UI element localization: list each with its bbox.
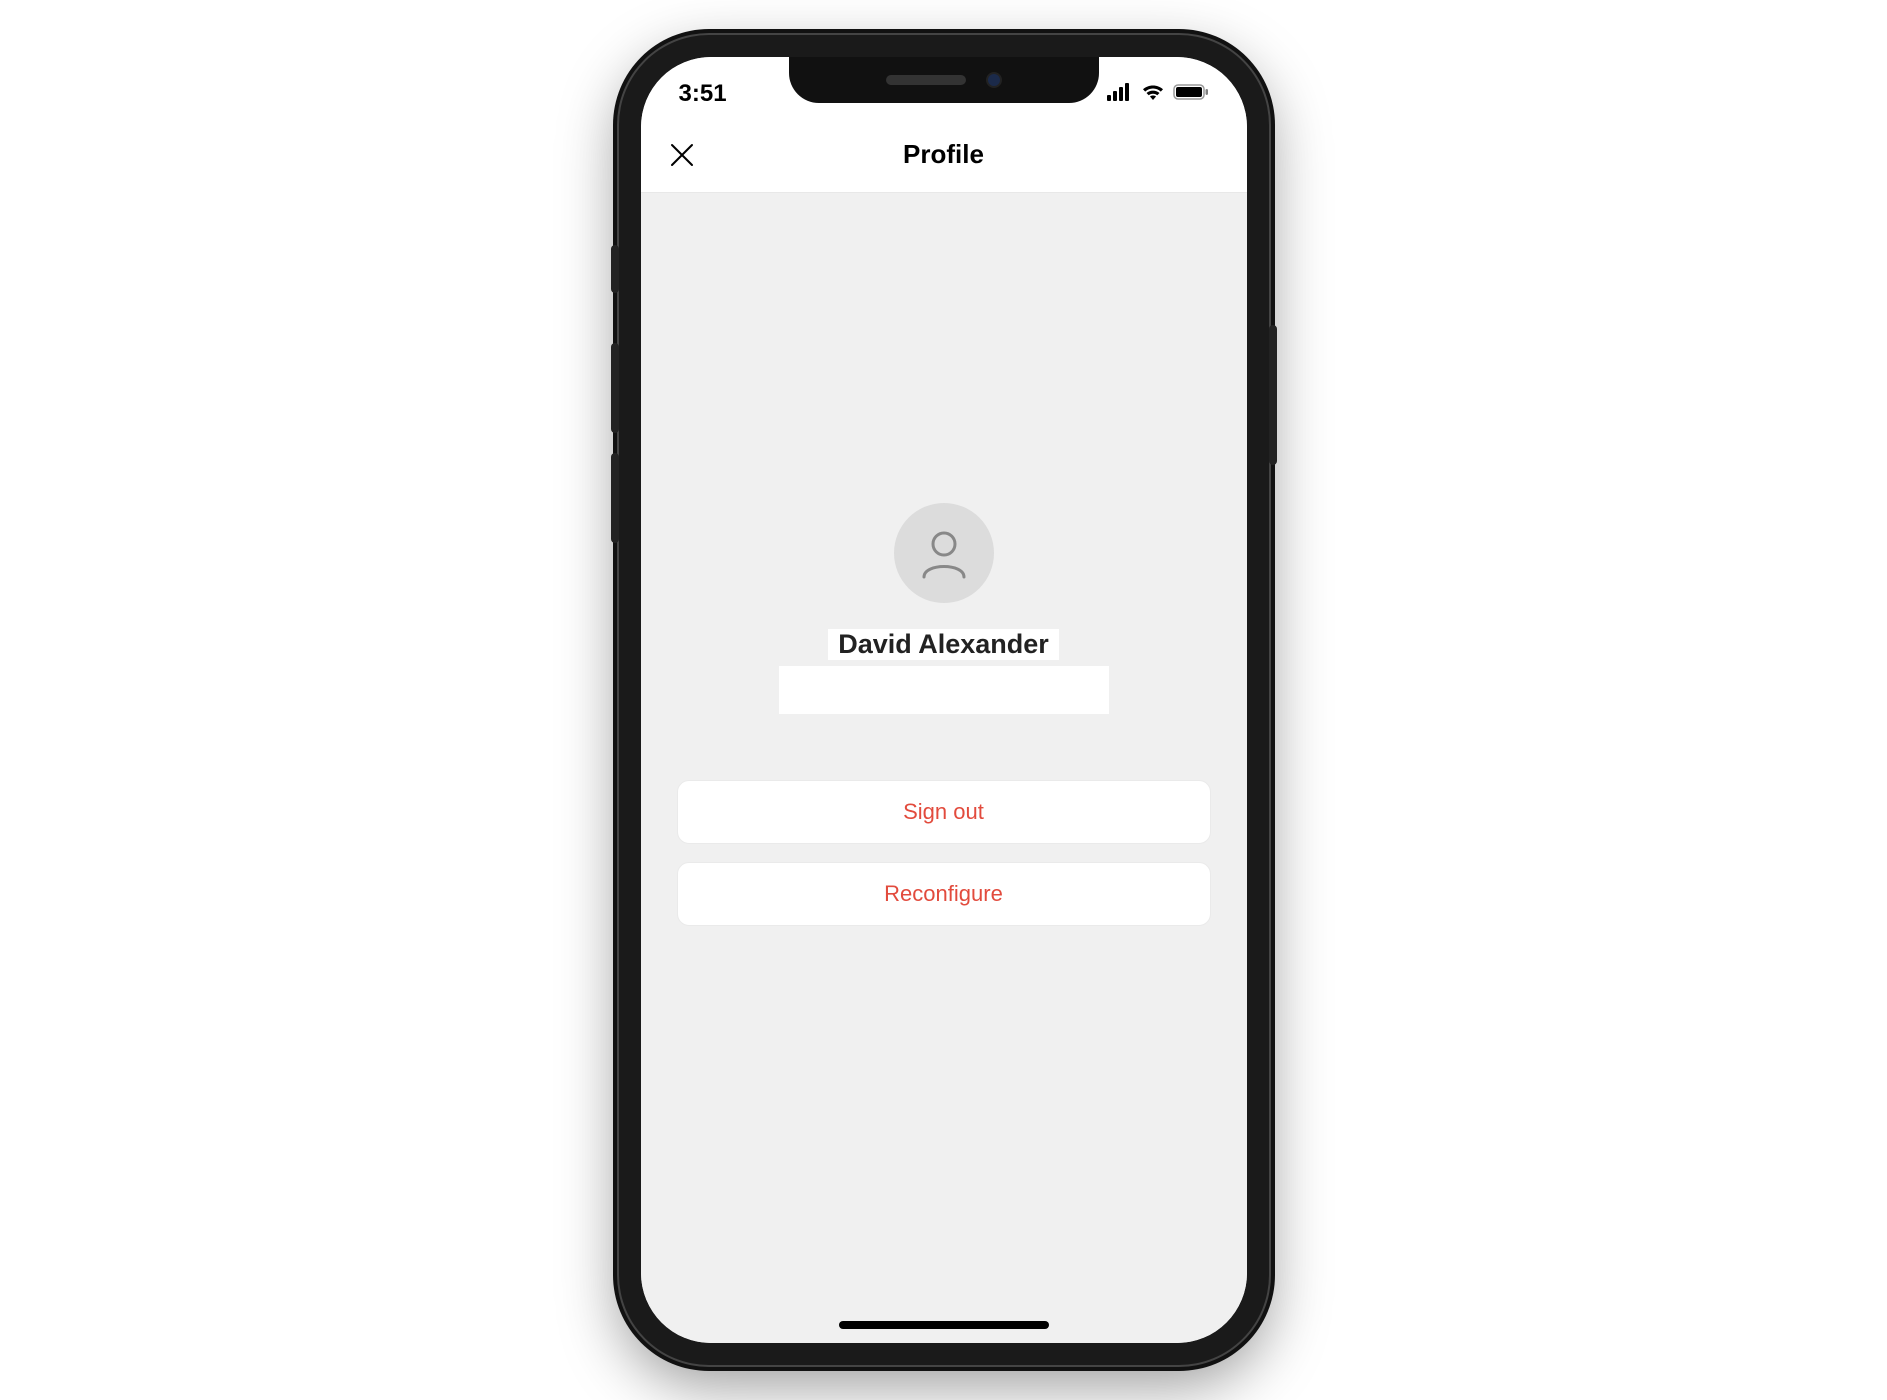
- speaker: [886, 75, 966, 85]
- sign-out-label: Sign out: [903, 799, 984, 825]
- person-icon: [916, 525, 972, 581]
- wifi-icon: [1141, 83, 1165, 106]
- nav-header: Profile: [641, 117, 1247, 193]
- close-icon: [667, 140, 697, 170]
- status-indicators: [1107, 83, 1209, 106]
- close-button[interactable]: [667, 140, 697, 170]
- reconfigure-button[interactable]: Reconfigure: [677, 862, 1211, 926]
- volume-down: [611, 453, 619, 543]
- volume-up: [611, 343, 619, 433]
- reconfigure-label: Reconfigure: [884, 881, 1003, 907]
- mute-switch: [611, 245, 619, 293]
- cellular-icon: [1107, 83, 1133, 106]
- home-indicator[interactable]: [839, 1321, 1049, 1329]
- action-buttons: Sign out Reconfigure: [641, 780, 1247, 926]
- sign-out-button[interactable]: Sign out: [677, 780, 1211, 844]
- battery-icon: [1173, 83, 1209, 106]
- phone-side-buttons-left: [611, 245, 619, 563]
- page-title: Profile: [903, 139, 984, 170]
- front-camera: [986, 72, 1002, 88]
- screen: 3:51: [641, 57, 1247, 1343]
- phone-frame: 3:51: [619, 35, 1269, 1365]
- status-time: 3:51: [679, 80, 727, 108]
- user-email-placeholder: [779, 666, 1109, 714]
- power-button: [1269, 325, 1277, 465]
- user-name: David Alexander: [828, 629, 1059, 660]
- avatar[interactable]: [894, 503, 994, 603]
- content: David Alexander Sign out Reconfigure: [641, 193, 1247, 1343]
- notch: [789, 57, 1099, 103]
